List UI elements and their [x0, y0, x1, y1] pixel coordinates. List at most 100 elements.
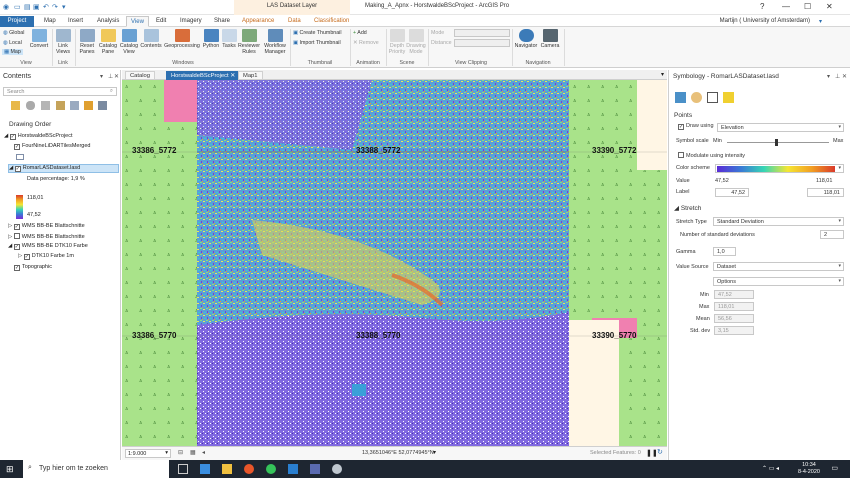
catalog-pane-button[interactable]: Catalog Pane: [98, 28, 118, 55]
pause-icon[interactable]: ❚❚: [646, 449, 658, 457]
maximize-button[interactable]: ☐: [804, 2, 811, 11]
mail-icon[interactable]: [200, 464, 210, 474]
collapse-icon[interactable]: ◢: [9, 165, 13, 171]
collapse-icon[interactable]: ◢: [4, 133, 8, 139]
task-view-icon[interactable]: [178, 464, 188, 474]
modulate-checkbox[interactable]: Modulate using intensity: [678, 152, 745, 159]
user-account[interactable]: Martijn ( University of Amsterdam): [720, 18, 810, 24]
map-view[interactable]: ᐞ 33386_5772 33388_5772 33390_5772 33386…: [122, 80, 667, 446]
pin-icon[interactable]: ⊥: [835, 73, 840, 80]
link-views-button[interactable]: Link Views: [54, 28, 72, 55]
tree-item-fournine[interactable]: ✓ FourNineLiDARTilesMerged: [14, 143, 90, 150]
windows-start-icon[interactable]: ⊞: [6, 464, 14, 475]
help-button[interactable]: ?: [760, 2, 764, 11]
geoprocessing-button[interactable]: Geoprocessing: [163, 28, 201, 49]
pin-icon[interactable]: ⊥: [108, 73, 113, 80]
checkbox-checked[interactable]: ✓: [13, 224, 20, 230]
contents-search-input[interactable]: Search ⌕: [3, 87, 117, 96]
open-icon[interactable]: ▤: [24, 3, 31, 11]
tab-project[interactable]: Project: [0, 16, 34, 27]
tab-edit[interactable]: Edit: [152, 16, 170, 27]
list-by-labeling-icon[interactable]: [84, 101, 93, 110]
file-explorer-icon[interactable]: [222, 464, 232, 474]
scale-select[interactable]: 1:9.000 ▾: [125, 449, 171, 458]
tasks-button[interactable]: Tasks: [221, 28, 237, 49]
checkbox-checked[interactable]: ✓: [13, 244, 20, 250]
navigator-button[interactable]: Navigator: [514, 28, 538, 49]
speaker-icon[interactable]: ◂: [202, 449, 205, 456]
label-min-input[interactable]: 47,52: [715, 188, 749, 197]
map-view-button[interactable]: ▦ Map: [2, 49, 23, 55]
redo-icon[interactable]: ↷: [52, 3, 58, 11]
grid-icon[interactable]: ▦: [190, 449, 196, 456]
tree-item-wms1[interactable]: ▷ ✓ WMS BB-BE Blattschnitte: [8, 223, 85, 230]
global-button[interactable]: ◍ Global: [3, 30, 24, 36]
edges-tab-icon[interactable]: [707, 92, 718, 103]
new-icon[interactable]: ▭: [14, 3, 21, 11]
refresh-icon[interactable]: ↻: [657, 448, 663, 456]
options-select[interactable]: Options ▾: [713, 277, 844, 286]
stretch-type-select[interactable]: Standard Deviation ▾: [713, 217, 844, 226]
stretch-heading[interactable]: ◢ Stretch: [674, 204, 701, 212]
tab-catalog[interactable]: Catalog: [125, 71, 155, 80]
whatsapp-icon[interactable]: [266, 464, 276, 474]
tab-share[interactable]: Share: [210, 16, 234, 27]
close-pane-icon[interactable]: ✕: [842, 73, 847, 80]
expand-icon[interactable]: ▷: [18, 253, 22, 259]
qat-more-icon[interactable]: ▾: [62, 3, 66, 11]
minimize-button[interactable]: —: [782, 2, 790, 11]
list-by-editing-icon[interactable]: [56, 101, 65, 110]
list-by-snapping-icon[interactable]: [70, 101, 79, 110]
tree-item-topographic[interactable]: ✓ Topographic: [14, 264, 52, 271]
firefox-icon[interactable]: [244, 464, 254, 474]
tab-map1[interactable]: Map1: [238, 71, 263, 80]
checkbox-checked[interactable]: ✓: [23, 254, 30, 260]
expand-icon[interactable]: ▷: [8, 223, 12, 229]
checkbox-unchecked[interactable]: [678, 152, 684, 158]
user-dropdown-icon[interactable]: ▾: [819, 18, 822, 25]
num-std-input[interactable]: 2: [820, 230, 844, 239]
list-by-data-source-icon[interactable]: [26, 101, 35, 110]
checkbox-checked[interactable]: ✓: [9, 134, 16, 140]
tab-data[interactable]: Data: [284, 16, 305, 27]
lines-tab-icon[interactable]: [691, 92, 702, 103]
surface-tab-icon[interactable]: [723, 92, 734, 103]
gamma-input[interactable]: 1,0: [713, 247, 736, 256]
tab-imagery[interactable]: Imagery: [176, 16, 206, 27]
list-by-charts-icon[interactable]: [98, 101, 107, 110]
contents-button[interactable]: Contents: [140, 28, 162, 49]
local-button[interactable]: ◍ Local: [3, 40, 22, 46]
workflow-manager-button[interactable]: Workflow Manager: [261, 28, 289, 55]
list-by-drawing-order-icon[interactable]: [11, 101, 20, 110]
checkbox-checked[interactable]: ✓: [14, 166, 21, 172]
animation-remove-button[interactable]: ✕ Remove: [353, 40, 379, 46]
value-source-select[interactable]: Dataset ▾: [713, 262, 844, 271]
tree-item-project[interactable]: ◢ ✓ HorstwaldeBScProject: [4, 133, 72, 140]
scale-lock-icon[interactable]: ⊟: [178, 449, 183, 456]
clock[interactable]: 10:34 8-4-2020: [798, 462, 820, 476]
close-tab-icon[interactable]: ✕: [230, 73, 235, 79]
tree-item-wms2[interactable]: ▷ WMS BB-BE Blattschnitte: [8, 233, 85, 240]
checkbox-checked[interactable]: ✓: [14, 144, 20, 150]
app-icon[interactable]: [332, 464, 342, 474]
points-tab-icon[interactable]: [675, 92, 686, 103]
checkbox-checked[interactable]: ✓: [14, 265, 20, 271]
notifications-icon[interactable]: ▭: [831, 464, 838, 472]
animation-add-button[interactable]: + Add: [353, 30, 367, 36]
arcgis-pro-icon[interactable]: [288, 464, 298, 474]
label-max-input[interactable]: 118,01: [807, 188, 844, 197]
tabs-overflow-icon[interactable]: ▾: [661, 71, 664, 78]
tree-item-lasdataset[interactable]: ◢ ✓ RomarLASDataset.lasd: [8, 164, 119, 173]
close-pane-icon[interactable]: ✕: [114, 73, 119, 80]
tree-item-dtk10[interactable]: ▷ ✓ DTK10 Farbe 1m: [18, 253, 74, 260]
depth-priority-button[interactable]: Depth Priority: [387, 28, 407, 55]
undo-icon[interactable]: ↶: [43, 3, 49, 11]
pane-options-icon[interactable]: ▾: [827, 73, 830, 80]
draw-using-checkbox[interactable]: ✓ Draw using: [678, 123, 714, 130]
drawing-mode-button[interactable]: Drawing Mode: [406, 28, 426, 55]
checkbox-unchecked[interactable]: [13, 233, 20, 239]
expand-icon[interactable]: ▷: [8, 234, 12, 240]
camera-button[interactable]: Camera: [539, 28, 561, 49]
map-canvas[interactable]: ᐞ: [122, 80, 667, 446]
reset-panes-button[interactable]: Reset Panes: [77, 28, 97, 55]
